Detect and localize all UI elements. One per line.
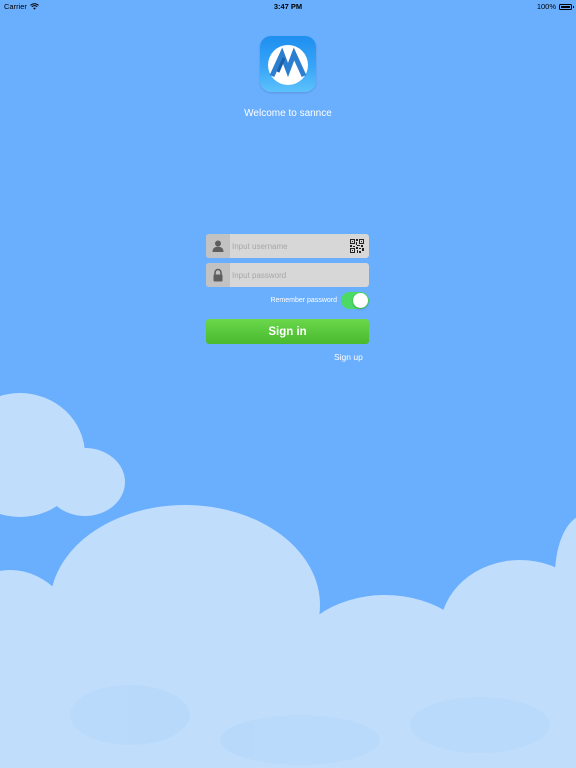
status-right: 100% — [536, 2, 574, 11]
battery-percent: 100% — [536, 2, 556, 11]
app-logo — [260, 36, 316, 92]
remember-password-label: Remember password — [270, 297, 337, 304]
user-icon — [212, 240, 224, 252]
status-bar: Carrier 3:47 PM 100% — [0, 0, 576, 12]
remember-password-row: Remember password — [206, 291, 369, 311]
user-icon-box — [206, 234, 230, 258]
welcome-text: Welcome to sannce — [244, 108, 332, 119]
username-input[interactable] — [232, 234, 347, 258]
sannce-logo-icon — [268, 45, 308, 85]
qr-code-icon[interactable] — [350, 239, 364, 253]
battery-icon — [559, 3, 574, 10]
username-field[interactable] — [206, 234, 369, 258]
remember-password-toggle[interactable] — [341, 292, 369, 309]
lock-icon-box — [206, 263, 230, 287]
lock-icon — [213, 268, 223, 282]
sign-in-button[interactable]: Sign in — [206, 319, 369, 344]
sign-up-link[interactable]: Sign up — [334, 352, 363, 362]
password-field[interactable] — [206, 263, 369, 287]
status-time: 3:47 PM — [273, 2, 303, 11]
password-input[interactable] — [232, 263, 347, 287]
toggle-knob — [353, 293, 368, 308]
